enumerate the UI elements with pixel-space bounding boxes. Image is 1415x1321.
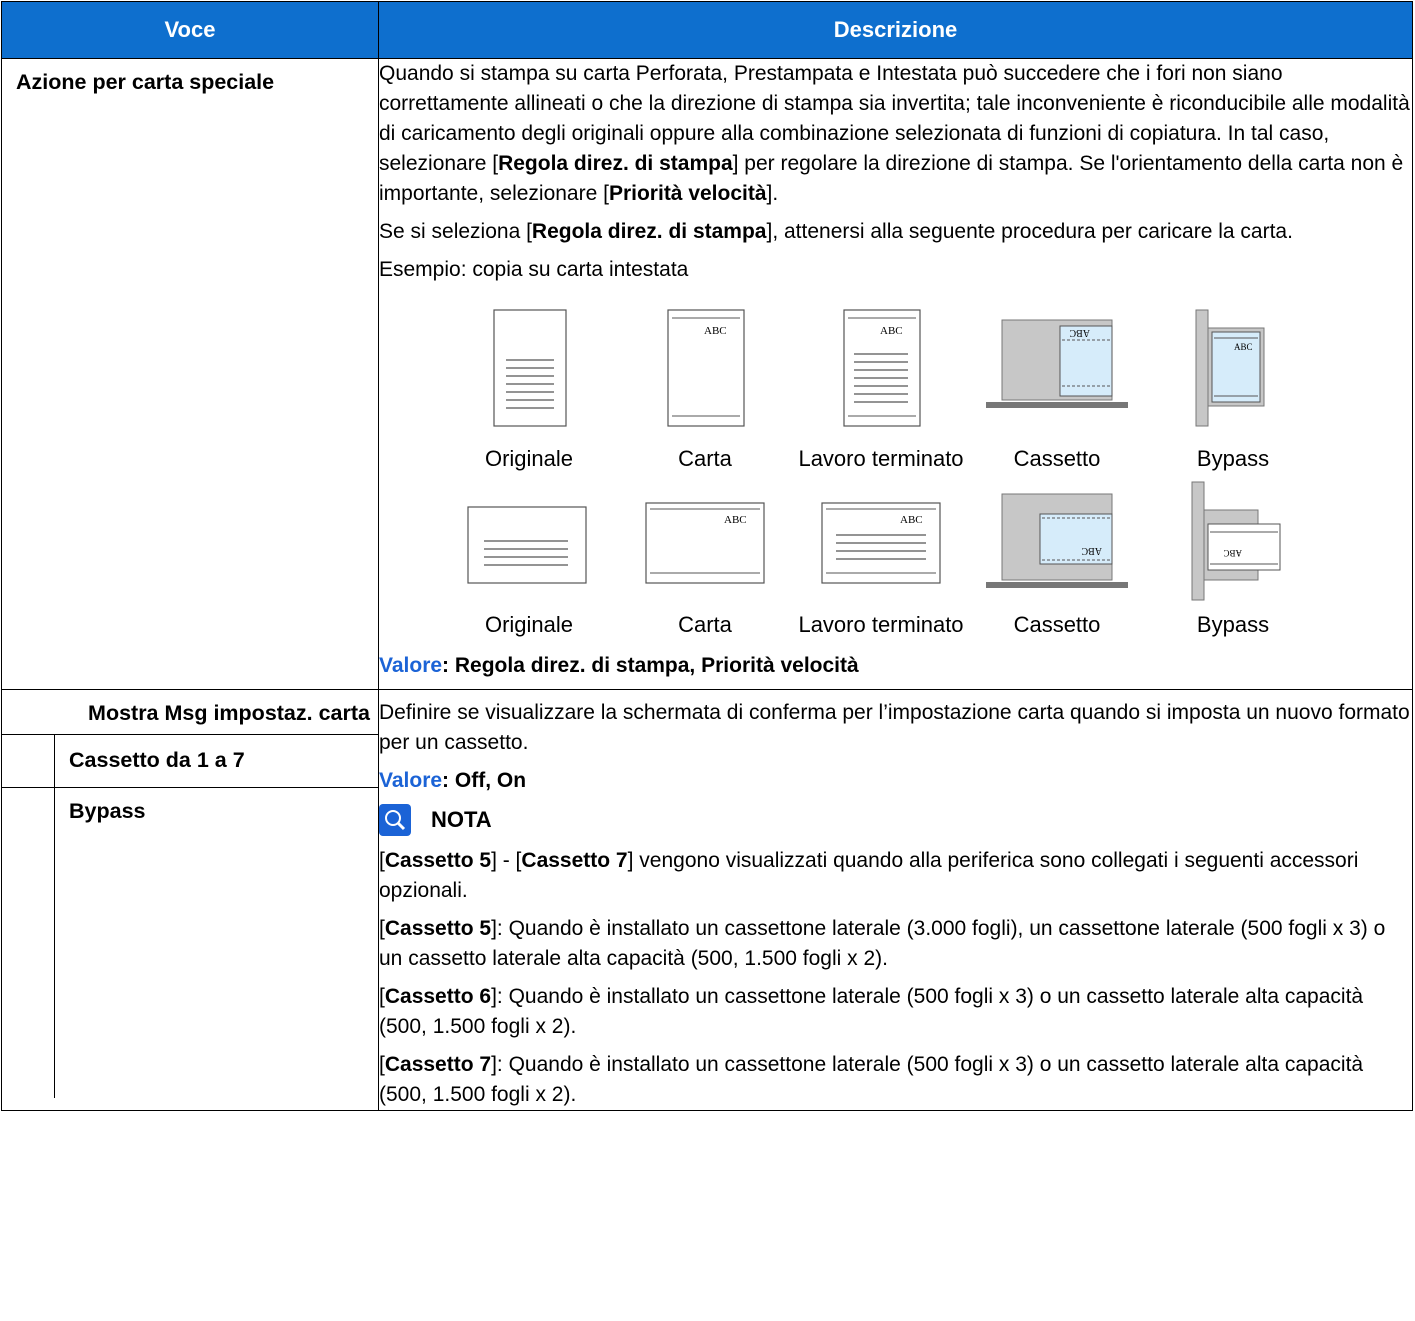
figure-bypass: ABC Bypass bbox=[1145, 293, 1321, 475]
note-paragraph: [Cassetto 5] - [Cassetto 7] vengono visu… bbox=[379, 846, 1412, 906]
valore-value: : Regola direz. di stampa, Priorità velo… bbox=[442, 654, 859, 677]
figure-cassetto: ABC Cassetto bbox=[969, 293, 1145, 475]
abc-label: ABC bbox=[704, 325, 727, 337]
abc-label-inverted: ABC bbox=[1069, 327, 1090, 338]
letterhead-paper-illustration: ABC bbox=[667, 309, 745, 427]
abc-label: ABC bbox=[724, 514, 747, 526]
caption: Lavoro terminato bbox=[798, 446, 964, 471]
abc-label: ABC bbox=[880, 325, 903, 337]
caption: Bypass bbox=[1196, 446, 1270, 471]
table-row: Azione per carta speciale Quando si stam… bbox=[1, 58, 1413, 690]
figure-carta: ABC Carta bbox=[617, 475, 793, 641]
example-heading: Esempio: copia su carta intestata bbox=[379, 258, 689, 281]
caption: Originale bbox=[484, 446, 574, 471]
valore-line: Valore: Regola direz. di stampa, Priorit… bbox=[379, 651, 1412, 681]
valore-line: Valore: Off, On bbox=[379, 766, 1412, 796]
abc-label: ABC bbox=[1234, 342, 1253, 352]
bold-term: Priorità velocità bbox=[608, 182, 767, 205]
caption: Cassetto bbox=[1013, 446, 1101, 471]
finished-job-illustration: ABC bbox=[843, 309, 921, 427]
figure-row-landscape: Originale ABC Carta ABC Lavoro terminato… bbox=[441, 475, 1412, 641]
note-paragraph: [Cassetto 7]: Quando è installato un cas… bbox=[379, 1053, 1364, 1106]
bold-term: Cassetto 7 bbox=[384, 1053, 492, 1076]
figure-originale: Originale bbox=[441, 475, 617, 641]
valore-key: Valore bbox=[379, 769, 443, 792]
table-row: Mostra Msg impostaz. carta Cassetto da 1… bbox=[1, 689, 1413, 1111]
valore-key: Valore bbox=[379, 654, 443, 677]
bold-term: Regola direz. di stampa bbox=[531, 220, 767, 243]
bold-term: Cassetto 5 bbox=[384, 849, 492, 872]
caption: Carta bbox=[678, 612, 732, 637]
original-document-illustration bbox=[493, 309, 567, 427]
cassette-illustration: ABC bbox=[986, 319, 1128, 408]
description-paragraph: Quando si stampa su carta Perforata, Pre… bbox=[379, 59, 1412, 209]
bold-term: Regola direz. di stampa bbox=[498, 152, 733, 175]
sub-item-row: Bypass bbox=[2, 787, 378, 1098]
bypass-illustration: ABC bbox=[1195, 309, 1265, 427]
lightbulb-icon bbox=[379, 804, 411, 836]
description-paragraph: Se si seleziona [Regola direz. di stampa… bbox=[379, 217, 1412, 247]
text-run: ], attenersi alla seguente procedura per… bbox=[766, 220, 1293, 243]
valore-value: : Off, On bbox=[442, 769, 527, 792]
figure-row-portrait: Originale ABC Carta ABC Lavoro terminato… bbox=[441, 293, 1412, 475]
bold-term: Cassetto 6 bbox=[384, 985, 492, 1008]
cassette-landscape-illustration: ABC bbox=[986, 493, 1128, 588]
abc-label-inverted: ABC bbox=[1081, 545, 1102, 556]
caption: Cassetto bbox=[1013, 612, 1101, 637]
note-header: NOTA bbox=[379, 804, 1412, 836]
item-label-mostra-msg: Mostra Msg impostaz. carta bbox=[88, 701, 370, 725]
item-cell: Azione per carta speciale bbox=[1, 58, 379, 690]
caption: Lavoro terminato bbox=[798, 612, 964, 637]
item-cell: Mostra Msg impostaz. carta Cassetto da 1… bbox=[1, 689, 379, 1111]
sub-item-cassetto: Cassetto da 1 a 7 bbox=[69, 748, 245, 772]
caption: Bypass bbox=[1196, 612, 1270, 637]
abc-label: ABC bbox=[900, 514, 923, 526]
description-paragraph: Definire se visualizzare la schermata di… bbox=[379, 701, 1410, 754]
sub-item-row: Cassetto da 1 a 7 bbox=[2, 734, 378, 787]
text-run: ]: Quando è installato un cassettone lat… bbox=[379, 917, 1386, 970]
note-paragraph: [Cassetto 5]: Quando è installato un cas… bbox=[379, 917, 1386, 970]
header-voce: Voce bbox=[1, 1, 379, 59]
text-run: ]: Quando è installato un cassettone lat… bbox=[379, 985, 1364, 1038]
text-run: Se si seleziona [ bbox=[379, 220, 532, 243]
header-descrizione: Descrizione bbox=[378, 1, 1413, 59]
text-run: ]. bbox=[766, 182, 779, 205]
caption: Carta bbox=[678, 446, 732, 471]
finished-job-landscape-illustration: ABC bbox=[821, 502, 941, 584]
letterhead-landscape-illustration: ABC bbox=[645, 502, 765, 584]
bold-term: Cassetto 5 bbox=[384, 917, 492, 940]
bypass-landscape-illustration: ABC bbox=[1191, 481, 1281, 601]
sub-item-bypass: Bypass bbox=[69, 799, 146, 823]
abc-label-inverted: ABC bbox=[1223, 548, 1242, 558]
original-document-landscape-illustration bbox=[467, 506, 587, 584]
description-cell: Definire se visualizzare la schermata di… bbox=[378, 689, 1413, 1111]
figure-lavoro-terminato: ABC Lavoro terminato bbox=[793, 475, 969, 641]
figure-lavoro-terminato: ABC Lavoro terminato bbox=[793, 293, 969, 475]
text-run: ] - [ bbox=[491, 849, 522, 872]
figure-carta: ABC Carta bbox=[617, 293, 793, 475]
settings-table: Voce Descrizione Azione per carta specia… bbox=[1, 1, 1413, 1111]
item-label-azione: Azione per carta speciale bbox=[16, 70, 275, 94]
figure-originale: Originale bbox=[441, 293, 617, 475]
bold-term: Cassetto 7 bbox=[521, 849, 628, 872]
figure-cassetto: ABC Cassetto bbox=[969, 475, 1145, 641]
note-paragraph: [Cassetto 6]: Quando è installato un cas… bbox=[379, 985, 1364, 1038]
text-run: ]: Quando è installato un cassettone lat… bbox=[379, 1053, 1364, 1106]
figure-bypass: ABC Bypass bbox=[1145, 475, 1321, 641]
caption: Originale bbox=[484, 612, 574, 637]
note-title: NOTA bbox=[431, 807, 492, 832]
table-header-row: Voce Descrizione bbox=[1, 1, 1413, 59]
description-cell: Quando si stampa su carta Perforata, Pre… bbox=[378, 58, 1413, 690]
